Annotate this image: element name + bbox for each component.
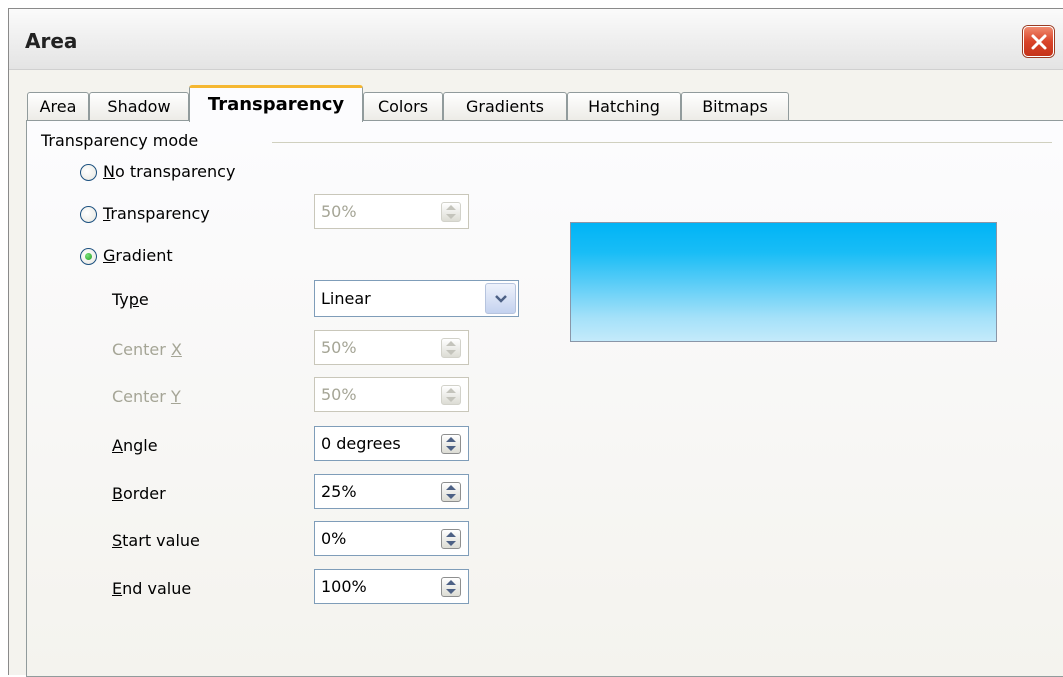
tab-transparency[interactable]: Transparency: [189, 85, 363, 122]
type-label: Type: [112, 290, 149, 309]
start-value-label: Start value: [112, 531, 200, 550]
spin-up-icon: [446, 532, 456, 537]
border-field[interactable]: 25%: [314, 474, 469, 509]
center-y-spinner[interactable]: [441, 385, 461, 405]
type-dropdown[interactable]: Linear: [314, 280, 519, 317]
spin-up-icon: [446, 341, 456, 346]
gradient-preview: [570, 222, 997, 342]
spin-down-icon: [446, 494, 456, 499]
tab-bitmaps[interactable]: Bitmaps: [681, 92, 789, 121]
chevron-down-icon: [494, 294, 507, 303]
group-divider: [272, 142, 1052, 143]
tab-colors[interactable]: Colors: [363, 92, 443, 121]
transparency-label[interactable]: Transparency: [103, 204, 210, 223]
transparency-value-field[interactable]: 50%: [314, 194, 469, 229]
transparency-mode-label: Transparency mode: [41, 131, 199, 150]
transparency-spinner[interactable]: [441, 202, 461, 222]
center-x-label: Center X: [112, 340, 182, 359]
spin-down-icon: [446, 589, 456, 594]
spin-down-icon: [446, 214, 456, 219]
spin-up-icon: [446, 580, 456, 585]
spin-up-icon: [446, 437, 456, 442]
title-bar[interactable]: Area: [9, 9, 1063, 70]
no-transparency-label[interactable]: No transparency: [103, 162, 235, 181]
tab-gradients[interactable]: Gradients: [443, 92, 567, 121]
spin-up-icon: [446, 485, 456, 490]
end-value-spinner[interactable]: [441, 577, 461, 597]
spin-up-icon: [446, 388, 456, 393]
start-value-field[interactable]: 0%: [314, 521, 469, 556]
spin-down-icon: [446, 350, 456, 355]
no-transparency-radio[interactable]: [80, 164, 97, 181]
angle-spinner[interactable]: [441, 434, 461, 454]
center-x-spinner[interactable]: [441, 338, 461, 358]
angle-label: Angle: [112, 436, 158, 455]
center-y-label: Center Y: [112, 387, 181, 406]
spin-down-icon: [446, 446, 456, 451]
close-button[interactable]: [1023, 26, 1054, 57]
angle-field[interactable]: 0 degrees: [314, 426, 469, 461]
border-label: Border: [112, 484, 166, 503]
radio-selected-dot: [85, 253, 92, 260]
dialog-content: Area Shadow Transparency Colors Gradient…: [9, 70, 1063, 677]
center-x-field[interactable]: 50%: [314, 330, 469, 365]
spin-down-icon: [446, 397, 456, 402]
tab-shadow[interactable]: Shadow: [89, 92, 189, 121]
close-icon: [1031, 34, 1046, 49]
type-dropdown-button[interactable]: [485, 283, 516, 314]
gradient-label[interactable]: Gradient: [103, 246, 173, 265]
center-y-field[interactable]: 50%: [314, 377, 469, 412]
window-title: Area: [25, 29, 78, 53]
spin-up-icon: [446, 205, 456, 210]
end-value-label: End value: [112, 579, 192, 598]
area-dialog: Area Area Shadow Transparency Colors Gra…: [8, 8, 1063, 677]
transparency-panel: Transparency mode No transparency Transp…: [26, 120, 1063, 677]
border-spinner[interactable]: [441, 482, 461, 502]
tab-hatching[interactable]: Hatching: [567, 92, 681, 121]
gradient-radio[interactable]: [80, 248, 97, 265]
transparency-radio[interactable]: [80, 206, 97, 223]
end-value-field[interactable]: 100%: [314, 569, 469, 604]
spin-down-icon: [446, 541, 456, 546]
start-value-spinner[interactable]: [441, 529, 461, 549]
tab-area[interactable]: Area: [27, 92, 89, 121]
